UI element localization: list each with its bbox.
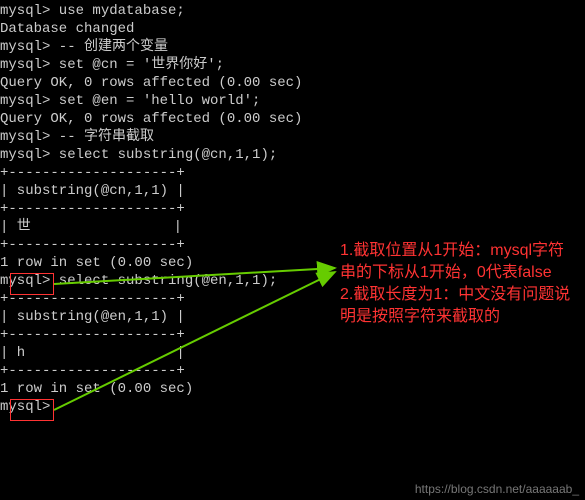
- terminal-line: mysql> set @en = 'hello world';: [0, 92, 302, 110]
- terminal-line: mysql> set @cn = '世界你好';: [0, 56, 302, 74]
- terminal-line: | substring(@en,1,1) |: [0, 308, 302, 326]
- terminal-line: | substring(@cn,1,1) |: [0, 182, 302, 200]
- highlight-box-cn-result: [10, 273, 54, 295]
- terminal-line: mysql> select substring(@cn,1,1);: [0, 146, 302, 164]
- terminal-line: +--------------------+: [0, 362, 302, 380]
- terminal-line: 1 row in set (0.00 sec): [0, 254, 302, 272]
- terminal-line: mysql> -- 字符串截取: [0, 128, 302, 146]
- watermark: https://blog.csdn.net/aaaaaab_: [415, 480, 579, 498]
- terminal-line: +--------------------+: [0, 200, 302, 218]
- terminal-line: | 世 |: [0, 218, 302, 236]
- terminal-line: +--------------------+: [0, 326, 302, 344]
- terminal-line: mysql> use mydatabase;: [0, 2, 302, 20]
- annotation-text: 1.截取位置从1开始：mysql字符串的下标从1开始，0代表false 2.截取…: [340, 240, 580, 328]
- terminal-line: Query OK, 0 rows affected (0.00 sec): [0, 74, 302, 92]
- terminal-line: Query OK, 0 rows affected (0.00 sec): [0, 110, 302, 128]
- terminal-line: +--------------------+: [0, 236, 302, 254]
- terminal-line: +--------------------+: [0, 164, 302, 182]
- terminal-output: mysql> use mydatabase;Database changedmy…: [0, 2, 302, 416]
- terminal-line: 1 row in set (0.00 sec): [0, 380, 302, 398]
- terminal-line: Database changed: [0, 20, 302, 38]
- terminal-line: mysql> -- 创建两个变量: [0, 38, 302, 56]
- terminal-line: | h |: [0, 344, 302, 362]
- highlight-box-en-result: [10, 399, 54, 421]
